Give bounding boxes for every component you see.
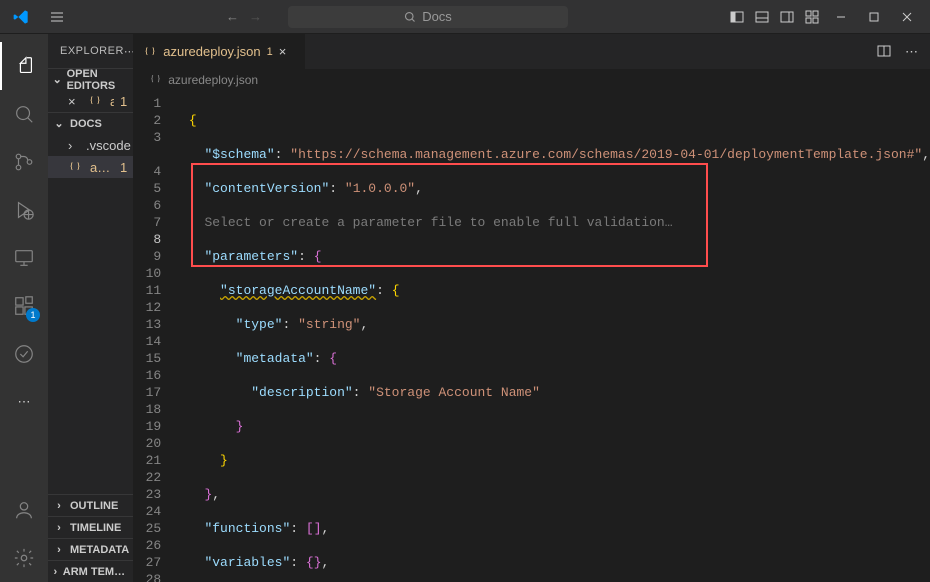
- folder-label: .vscode: [86, 138, 133, 153]
- docs-section[interactable]: ⌄ DOCS: [48, 112, 133, 134]
- chevron-down-icon: ⌄: [52, 73, 63, 86]
- file-mod-count: 1: [120, 160, 127, 175]
- tab-bar: azuredeploy.json 1 × ⋯: [133, 34, 930, 69]
- open-editors-section[interactable]: ⌄ OPEN EDITORS: [48, 68, 133, 90]
- timeline-section[interactable]: › TIMELINE: [48, 516, 133, 538]
- section-label: OUTLINE: [70, 500, 118, 512]
- arm-template-outline-section[interactable]: › ARM TEMPLATE OUTLINE: [48, 560, 133, 582]
- chevron-right-icon: ›: [68, 138, 80, 153]
- minimize-button[interactable]: [826, 2, 856, 32]
- tab-azuredeploy[interactable]: azuredeploy.json 1 ×: [133, 34, 305, 69]
- close-icon[interactable]: ×: [68, 94, 82, 109]
- vscode-logo-icon: [10, 6, 32, 28]
- search-text: Docs: [422, 9, 452, 24]
- code-content[interactable]: { "$schema": "https://schema.management.…: [173, 91, 930, 582]
- nav-back-icon[interactable]: ←: [226, 9, 239, 24]
- json-file-icon: [88, 94, 104, 108]
- activity-bar: 1 ⋯: [0, 34, 48, 582]
- extensions-icon[interactable]: 1: [0, 282, 48, 330]
- menu-icon[interactable]: [46, 6, 68, 28]
- chevron-right-icon: ›: [52, 544, 66, 556]
- settings-gear-icon[interactable]: [0, 534, 48, 582]
- testing-icon[interactable]: [0, 330, 48, 378]
- layout-panel-icon[interactable]: [751, 6, 773, 28]
- source-control-icon[interactable]: [0, 138, 48, 186]
- section-label: TIMELINE: [70, 522, 121, 534]
- folder-vscode[interactable]: › .vscode: [48, 134, 133, 156]
- maximize-button[interactable]: [859, 2, 889, 32]
- outline-section[interactable]: › OUTLINE: [48, 494, 133, 516]
- file-azuredeploy[interactable]: azuredeploy.json 1: [48, 156, 133, 178]
- json-file-icon: [143, 45, 157, 59]
- code-editor[interactable]: 1 2 3 4 5 6 7 8 9 10 11 12 13 14 15 16 1…: [133, 91, 930, 582]
- command-center-search[interactable]: Docs: [288, 6, 568, 28]
- open-editor-item[interactable]: × azuredeploy… 1: [48, 90, 133, 112]
- line-number-gutter: 1 2 3 4 5 6 7 8 9 10 11 12 13 14 15 16 1…: [133, 91, 173, 582]
- json-file-icon: [68, 160, 84, 174]
- editor-mod-count: 1: [120, 94, 127, 109]
- file-label: azuredeploy.json: [90, 160, 114, 175]
- more-actions-icon[interactable]: ⋯: [905, 44, 918, 60]
- explorer-sidebar: EXPLORER ⋯ ⌄ OPEN EDITORS × azuredeploy……: [48, 34, 133, 582]
- nav-forward-icon[interactable]: →: [249, 9, 262, 24]
- section-label: OPEN EDITORS: [67, 68, 130, 92]
- title-bar: ← → Docs: [0, 0, 930, 34]
- section-label: ARM TEMPLATE OUTLINE: [63, 566, 129, 578]
- customize-layout-icon[interactable]: [801, 6, 823, 28]
- breadcrumb[interactable]: azuredeploy.json: [133, 69, 930, 91]
- split-editor-icon[interactable]: [877, 44, 891, 60]
- tab-mod-count: 1: [267, 46, 273, 58]
- search-icon[interactable]: [0, 90, 48, 138]
- explorer-icon[interactable]: [0, 42, 48, 90]
- layout-sidebar-left-icon[interactable]: [726, 6, 748, 28]
- explorer-more-icon[interactable]: ⋯: [124, 45, 133, 58]
- editor-item-label: azuredeploy…: [110, 94, 114, 109]
- close-button[interactable]: [892, 2, 922, 32]
- run-debug-icon[interactable]: [0, 186, 48, 234]
- json-file-icon: [149, 73, 162, 86]
- tab-label: azuredeploy.json: [163, 44, 260, 59]
- chevron-down-icon: ⌄: [52, 117, 66, 130]
- explorer-title: EXPLORER: [60, 45, 124, 57]
- more-icon[interactable]: ⋯: [0, 378, 48, 426]
- accounts-icon[interactable]: [0, 486, 48, 534]
- metadata-section[interactable]: › METADATA: [48, 538, 133, 560]
- chevron-right-icon: ›: [52, 566, 59, 578]
- chevron-right-icon: ›: [52, 522, 66, 534]
- remote-explorer-icon[interactable]: [0, 234, 48, 282]
- section-label: DOCS: [70, 118, 102, 130]
- layout-sidebar-right-icon[interactable]: [776, 6, 798, 28]
- chevron-right-icon: ›: [52, 500, 66, 512]
- breadcrumb-file: azuredeploy.json: [168, 73, 258, 87]
- close-icon[interactable]: ×: [279, 44, 295, 59]
- section-label: METADATA: [70, 544, 129, 556]
- editor-area: azuredeploy.json 1 × ⋯ azuredeploy.json …: [133, 34, 930, 582]
- ext-badge: 1: [26, 308, 40, 322]
